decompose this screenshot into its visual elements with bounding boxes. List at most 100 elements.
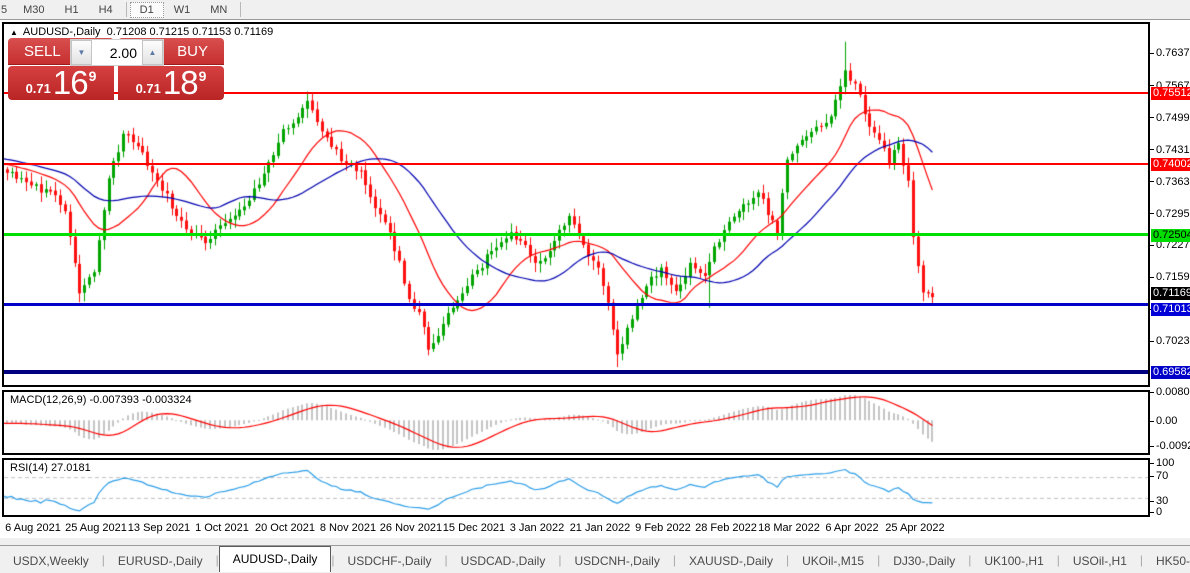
timeframe-button-w1[interactable]: W1 — [164, 2, 201, 18]
support-resistance-line[interactable] — [4, 369, 1148, 374]
sell-price-pipette: 9 — [88, 68, 97, 84]
price-tick-label: 0.72950 — [1150, 208, 1190, 220]
tick-dash — [1150, 420, 1154, 422]
date-tick-label: 18 Mar 2022 — [758, 522, 820, 534]
sell-price-pips: 16 — [52, 64, 89, 101]
rsi-label: RSI(14) 27.0181 — [10, 462, 91, 474]
chart-tab-hk50h1[interactable]: HK50-,H1 — [1143, 550, 1190, 572]
price-badge: 0.72504 — [1151, 228, 1190, 242]
price-tick-label: 0.74990 — [1150, 112, 1190, 124]
timeframe-toolbar: 5 M30 H1 H4 D1 W1 MN — [0, 0, 1190, 20]
tick-dash — [1150, 391, 1154, 393]
tick-dash — [1150, 277, 1154, 278]
price-tick-label: 0.76370 — [1150, 47, 1190, 59]
tick-dash — [1150, 445, 1154, 447]
buy-price-pips: 18 — [162, 64, 199, 101]
timeframe-button-d1[interactable]: D1 — [129, 1, 164, 18]
sell-price-display[interactable]: 0.71 16 9 — [8, 64, 114, 101]
timeframe-button-m30[interactable]: M30 — [13, 2, 54, 18]
tick-dash — [1150, 245, 1154, 247]
rsi-pane: RSI(14) 27.0181 — [2, 458, 1150, 517]
chart-tab-usdcaddaily[interactable]: USDCAD-,Daily — [448, 550, 559, 572]
toolbar-separator — [125, 2, 127, 17]
rsi-axis-label: 100 — [1150, 457, 1190, 469]
buy-button-label: BUY — [177, 42, 208, 60]
chart-ohlc-values: 0.71208 0.71215 0.71153 0.71169 — [106, 26, 274, 38]
chart-tab-usdchfdaily[interactable]: USDCHF-,Daily — [335, 550, 445, 572]
price-badge: 0.74002 — [1151, 158, 1190, 172]
timeframe-button-h1[interactable]: H1 — [55, 2, 89, 18]
price-tick-label: 0.74310 — [1150, 144, 1190, 156]
chevron-up-icon: ▲ — [148, 48, 157, 57]
timeframe-button-h4[interactable]: H4 — [89, 2, 123, 18]
rsi-axis-label: 70 — [1150, 470, 1190, 482]
tick-dash — [1150, 181, 1154, 183]
date-tick-label: 25 Aug 2021 — [65, 522, 127, 534]
trading-platform-window: 5 M30 H1 H4 D1 W1 MN ▲ AUDUSD-,Daily 0.71208 0.… — [0, 0, 1190, 573]
date-axis: 6 Aug 2021 25 Aug 2021 13 Sep 2021 1 Oct 20… — [2, 519, 1150, 538]
macd-axis-label: -0.009288 — [1150, 440, 1190, 452]
collapse-panel-icon[interactable]: ▲ — [10, 28, 18, 37]
price-tick-label: 0.73630 — [1150, 176, 1190, 188]
tick-dash — [1150, 462, 1154, 464]
date-tick-label: 15 Dec 2021 — [442, 522, 506, 534]
date-tick-label: 28 Feb 2022 — [695, 522, 757, 534]
timeframe-button-mn[interactable]: MN — [200, 2, 237, 18]
chart-title: ▲ AUDUSD-,Daily 0.71208 0.71215 0.71153 0… — [10, 26, 273, 38]
toolbar-separator — [240, 2, 242, 17]
tick-dash — [1150, 52, 1154, 54]
buy-price-display[interactable]: 0.71 18 9 — [118, 64, 224, 101]
volume-spinner: ▼ 2.00 ▲ — [70, 39, 164, 66]
chart-tab-audusddaily[interactable]: AUDUSD-,Daily — [218, 546, 332, 572]
date-tick-label: 8 Nov 2021 — [319, 522, 377, 534]
tick-dash — [1150, 511, 1154, 513]
price-badge: 0.71169 — [1151, 287, 1190, 301]
chart-tab-usoilh1[interactable]: USOil-,H1 — [1060, 550, 1140, 572]
date-tick-label: 26 Nov 2021 — [379, 522, 443, 534]
rsi-canvas[interactable] — [4, 460, 1148, 515]
date-tick-label: 20 Oct 2021 — [255, 522, 315, 534]
chart-tab-usdcnhdaily[interactable]: USDCNH-,Daily — [561, 550, 672, 572]
macd-pane: MACD(12,26,9) -0.007393 -0.003324 — [2, 390, 1150, 455]
chart-tab-eurusddaily[interactable]: EURUSD-,Daily — [105, 550, 216, 572]
macd-axis-label: 0.008061 — [1150, 386, 1190, 398]
support-resistance-line[interactable] — [4, 233, 1148, 236]
chart-tab-dj30daily[interactable]: DJ30-,Daily — [880, 550, 968, 572]
chart-symbol-label: AUDUSD-,Daily — [22, 26, 101, 38]
chart-tabbar: USDX,Weekly | EURUSD-,Daily | AUDUSD-,Daily |… — [0, 545, 1190, 572]
date-tick-label: 6 Aug 2021 — [5, 522, 61, 534]
price-badge: 0.75512 — [1151, 87, 1190, 101]
tick-dash — [1150, 340, 1154, 342]
chart-tab-xauusddaily[interactable]: XAUUSD-,Daily — [676, 550, 786, 572]
price-badge: 0.71013 — [1151, 302, 1190, 316]
sell-button-label: SELL — [24, 42, 61, 60]
chart-tab-uk100h1[interactable]: UK100-,H1 — [971, 550, 1056, 572]
chart-tab-usdxweekly[interactable]: USDX,Weekly — [0, 550, 102, 572]
macd-axis-label: 0.00 — [1150, 415, 1190, 427]
support-resistance-line[interactable] — [4, 303, 1148, 306]
volume-input[interactable]: 2.00 — [92, 40, 142, 65]
sell-price-base: 0.71 — [25, 80, 51, 96]
chart-tab-ukoilm15[interactable]: UKOil-,M15 — [789, 550, 877, 572]
price-badge: 0.69582 — [1151, 365, 1190, 379]
one-click-trade-panel: SELL 0.71 16 9 BUY 0.71 18 9 ▼ 2.00 ▲ — [8, 38, 224, 101]
date-tick-label: 6 Apr 2022 — [825, 522, 879, 534]
price-tick-label: 0.71590 — [1150, 271, 1190, 283]
macd-label: MACD(12,26,9) -0.007393 -0.003324 — [10, 394, 192, 406]
date-tick-label: 25 Apr 2022 — [885, 522, 945, 534]
buy-price-pipette: 9 — [198, 68, 207, 84]
support-resistance-line[interactable] — [4, 163, 1148, 166]
date-tick-label: 3 Jan 2022 — [509, 522, 565, 534]
volume-decrease-button[interactable]: ▼ — [71, 40, 92, 65]
price-axis: 0.763700.756700.749900.743100.736300.729… — [1150, 22, 1190, 518]
buy-price-base: 0.71 — [135, 80, 161, 96]
tick-dash — [1150, 117, 1154, 119]
volume-increase-button[interactable]: ▲ — [142, 40, 163, 65]
date-tick-label: 9 Feb 2022 — [635, 522, 691, 534]
rsi-axis-label: 0 — [1150, 506, 1190, 518]
timeframe-button-5[interactable]: 5 — [0, 2, 13, 18]
date-tick-label: 1 Oct 2021 — [195, 522, 249, 534]
date-tick-label: 13 Sep 2021 — [127, 522, 191, 534]
tick-dash — [1150, 500, 1154, 502]
tick-dash — [1150, 213, 1154, 215]
